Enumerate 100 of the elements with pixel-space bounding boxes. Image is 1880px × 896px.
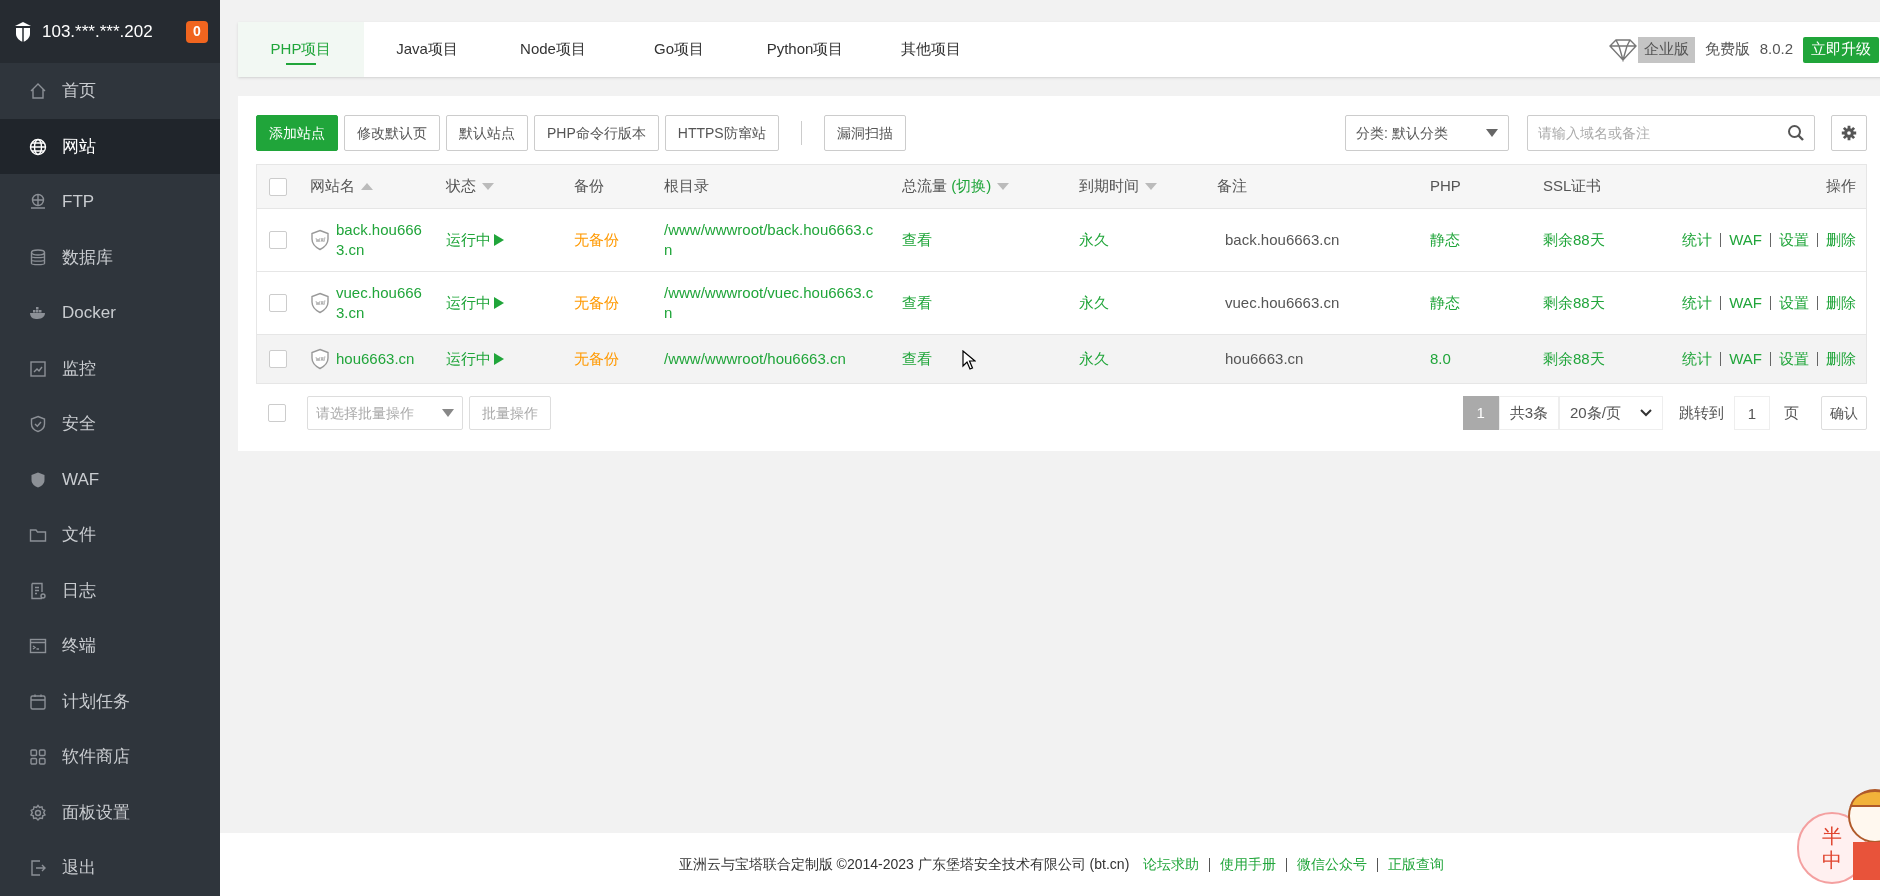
footer-link[interactable]: 微信公众号 (1297, 854, 1368, 875)
settings-button[interactable] (1831, 115, 1867, 151)
ssl-link[interactable]: 剩余88天 (1543, 349, 1605, 367)
chevron-down-icon (1640, 409, 1652, 417)
project-tab[interactable]: 其他项目 (868, 22, 994, 77)
footer-link[interactable]: 正版查询 (1388, 854, 1445, 875)
note-text: back.hou6663.cn (1225, 230, 1340, 248)
project-tab[interactable]: Python项目 (742, 22, 868, 77)
action-link[interactable]: 统计 (1682, 291, 1713, 315)
chart-square-icon (28, 358, 48, 379)
bulk-action-select[interactable]: 请选择批量操作 (307, 396, 463, 430)
action-link[interactable]: 统计 (1682, 347, 1713, 371)
settings-icon (28, 802, 48, 823)
dropdown-caret-icon (1486, 129, 1498, 137)
expiry-link[interactable]: 永久 (1079, 349, 1109, 367)
site-link[interactable]: hou6663.cn (336, 349, 415, 369)
plan-label: 免费版 (1704, 39, 1750, 60)
root-path-link[interactable]: /www/wwwroot/hou6663.cn (664, 349, 876, 369)
action-link[interactable]: WAF (1729, 291, 1762, 315)
per-page-select[interactable]: 20条/页 (1559, 396, 1663, 430)
status-toggle[interactable]: 运行中 (446, 228, 505, 252)
sidebar-item[interactable]: Docker (0, 285, 220, 341)
checkbox[interactable] (268, 294, 287, 312)
confirm-button[interactable]: 确认 (1821, 396, 1867, 430)
view-traffic-link[interactable]: 查看 (902, 349, 932, 367)
toolbar-button[interactable]: 默认站点 (446, 115, 528, 151)
toolbar-button[interactable]: 修改默认页 (344, 115, 440, 151)
sidebar-item[interactable]: 退出 (0, 840, 220, 896)
upgrade-button[interactable]: 立即升级 (1803, 36, 1879, 63)
sidebar-item[interactable]: 面板设置 (0, 784, 220, 841)
footer-link[interactable]: 使用手册 (1220, 854, 1277, 875)
checkbox[interactable] (268, 350, 287, 368)
sidebar-item[interactable]: 首页 (0, 63, 220, 119)
diamond-icon (1607, 37, 1638, 62)
toolbar-button[interactable]: HTTPS防窜站 (664, 115, 779, 151)
action-link[interactable]: 删除 (1826, 347, 1856, 371)
sidebar-item[interactable]: 监控 (0, 340, 220, 397)
checkbox[interactable] (268, 231, 287, 249)
backup-link[interactable]: 无备份 (574, 293, 619, 311)
sidebar-item[interactable]: 软件商店 (0, 729, 220, 785)
status-toggle[interactable]: 运行中 (446, 347, 505, 371)
widget-text: 中 (1822, 848, 1842, 872)
sidebar-item[interactable]: FTP (0, 174, 220, 230)
project-tab[interactable]: PHP项目 (238, 22, 364, 77)
toolbar-button[interactable]: 添加站点 (256, 115, 338, 151)
project-tab[interactable]: Java项目 (364, 22, 490, 77)
play-icon (493, 233, 505, 247)
action-link[interactable]: WAF (1729, 347, 1762, 371)
sidebar-item[interactable]: 文件 (0, 507, 220, 563)
action-link[interactable]: 统计 (1682, 228, 1713, 252)
sort-down-icon[interactable] (997, 182, 1010, 191)
action-link[interactable]: 设置 (1779, 291, 1809, 315)
site-link[interactable]: back.hou6663.cn (336, 220, 422, 260)
page-button[interactable]: 1 (1462, 396, 1499, 430)
checkbox[interactable] (267, 404, 286, 422)
sidebar-item[interactable]: 日志 (0, 562, 220, 619)
root-path-link[interactable]: /www/wwwroot/back.hou6663.cn (664, 220, 876, 260)
backup-link[interactable]: 无备份 (574, 230, 619, 248)
sort-down-icon[interactable] (1145, 182, 1157, 191)
view-traffic-link[interactable]: 查看 (902, 293, 932, 311)
action-link[interactable]: WAF (1729, 228, 1762, 252)
sidebar-item[interactable]: 安全 (0, 396, 220, 452)
action-link[interactable]: 删除 (1826, 228, 1856, 252)
action-link[interactable]: 删除 (1826, 291, 1856, 315)
checkbox[interactable] (268, 177, 287, 196)
search-icon[interactable] (1787, 124, 1805, 142)
expiry-link[interactable]: 永久 (1079, 230, 1109, 248)
ssl-link[interactable]: 剩余88天 (1543, 293, 1605, 311)
sidebar-item[interactable]: 终端 (0, 618, 220, 674)
php-version-link[interactable]: 静态 (1430, 230, 1460, 248)
sort-down-icon[interactable] (482, 182, 494, 191)
edition-badge: 企业版 (1637, 36, 1695, 63)
sidebar-item[interactable]: 数据库 (0, 229, 220, 286)
site-link[interactable]: vuec.hou6663.cn (336, 283, 422, 323)
search-field[interactable]: 请输入域名或备注 (1527, 115, 1815, 151)
view-traffic-link[interactable]: 查看 (902, 230, 932, 248)
action-link[interactable]: 设置 (1779, 228, 1809, 252)
sidebar-item[interactable]: 计划任务 (0, 673, 220, 730)
php-version-link[interactable]: 8.0 (1430, 349, 1451, 367)
root-path-link[interactable]: /www/wwwroot/vuec.hou6663.cn (664, 283, 876, 323)
bulk-action-button[interactable]: 批量操作 (469, 396, 551, 430)
php-version-link[interactable]: 静态 (1430, 293, 1460, 311)
sort-up-icon[interactable] (361, 182, 373, 191)
copyright-text: 亚洲云与宝塔联合定制版 ©2014-2023 广东堡塔安全技术有限公司 (bt.cn) (678, 855, 1130, 874)
project-tab[interactable]: Go项目 (616, 22, 742, 77)
sidebar-item[interactable]: WAF (0, 451, 220, 508)
ssl-link[interactable]: 剩余88天 (1543, 230, 1605, 248)
status-toggle[interactable]: 运行中 (446, 291, 505, 315)
category-select[interactable]: 分类: 默认分类 (1345, 115, 1509, 151)
action-link[interactable]: 设置 (1779, 347, 1809, 371)
page-number-field[interactable]: 1 (1734, 396, 1770, 430)
note-text: hou6663.cn (1225, 349, 1304, 367)
expiry-link[interactable]: 永久 (1079, 293, 1109, 311)
project-tab[interactable]: Node项目 (490, 22, 616, 77)
toolbar-button[interactable]: PHP命令行版本 (534, 115, 659, 151)
sidebar-item[interactable]: 网站 (0, 118, 220, 175)
version-label: 8.0.2 (1759, 39, 1793, 60)
toolbar-button[interactable]: 漏洞扫描 (823, 115, 906, 151)
footer-link[interactable]: 论坛求助 (1143, 854, 1200, 875)
backup-link[interactable]: 无备份 (574, 349, 619, 367)
